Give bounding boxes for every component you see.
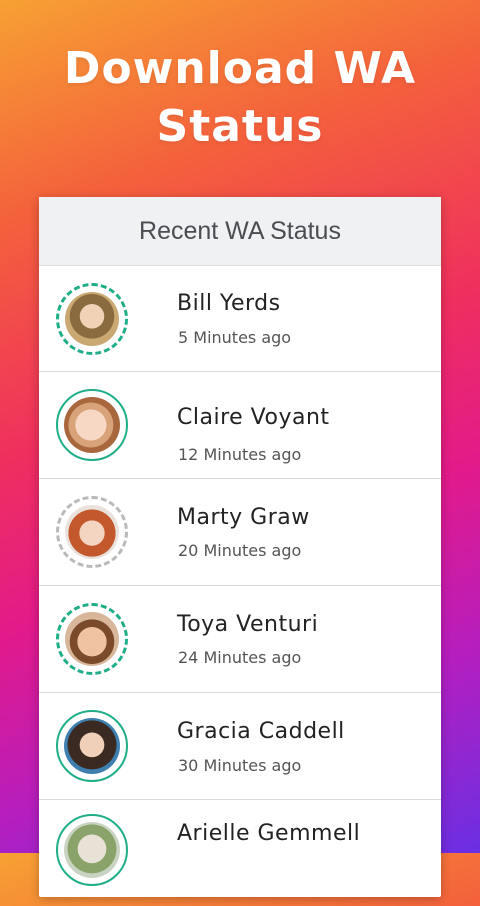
user-photo	[64, 397, 120, 453]
user-photo	[64, 718, 120, 774]
status-time: 12 Minutes ago	[178, 445, 302, 464]
avatar	[56, 283, 128, 355]
contact-name: Bill Yerds	[177, 291, 281, 316]
user-photo	[65, 292, 119, 346]
avatar	[56, 603, 128, 675]
status-row-arielle-gemmell[interactable]: Arielle Gemmell	[39, 800, 441, 906]
avatar	[56, 814, 128, 886]
user-photo	[65, 612, 119, 666]
headline-line-2: Status	[156, 101, 324, 152]
user-photo	[64, 822, 120, 878]
card-title: Recent WA Status	[39, 197, 441, 266]
status-row-bill-yerds[interactable]: Bill Yerds 5 Minutes ago	[39, 265, 441, 372]
avatar	[56, 710, 128, 782]
status-time: 5 Minutes ago	[178, 328, 292, 347]
headline-line-1: Download WA	[63, 43, 417, 94]
status-row-toya-venturi[interactable]: Toya Venturi 24 Minutes ago	[39, 586, 441, 693]
contact-name: Toya Venturi	[177, 612, 319, 637]
avatar	[56, 389, 128, 461]
status-time: 20 Minutes ago	[178, 541, 302, 560]
status-row-gracia-caddell[interactable]: Gracia Caddell 30 Minutes ago	[39, 693, 441, 800]
user-photo	[65, 505, 119, 559]
status-row-marty-graw[interactable]: Marty Graw 20 Minutes ago	[39, 479, 441, 586]
status-time: 30 Minutes ago	[178, 756, 302, 775]
status-list-card: Recent WA Status Bill Yerds 5 Minutes ag…	[39, 197, 441, 897]
promo-headline: Download WA Status	[0, 40, 480, 156]
contact-name: Claire Voyant	[177, 405, 330, 430]
contact-name: Arielle Gemmell	[177, 821, 361, 846]
avatar	[56, 496, 128, 568]
status-row-claire-voyant[interactable]: Claire Voyant 12 Minutes ago	[39, 372, 441, 479]
status-time: 24 Minutes ago	[178, 648, 302, 667]
contact-name: Marty Graw	[177, 505, 310, 530]
contact-name: Gracia Caddell	[177, 719, 345, 744]
